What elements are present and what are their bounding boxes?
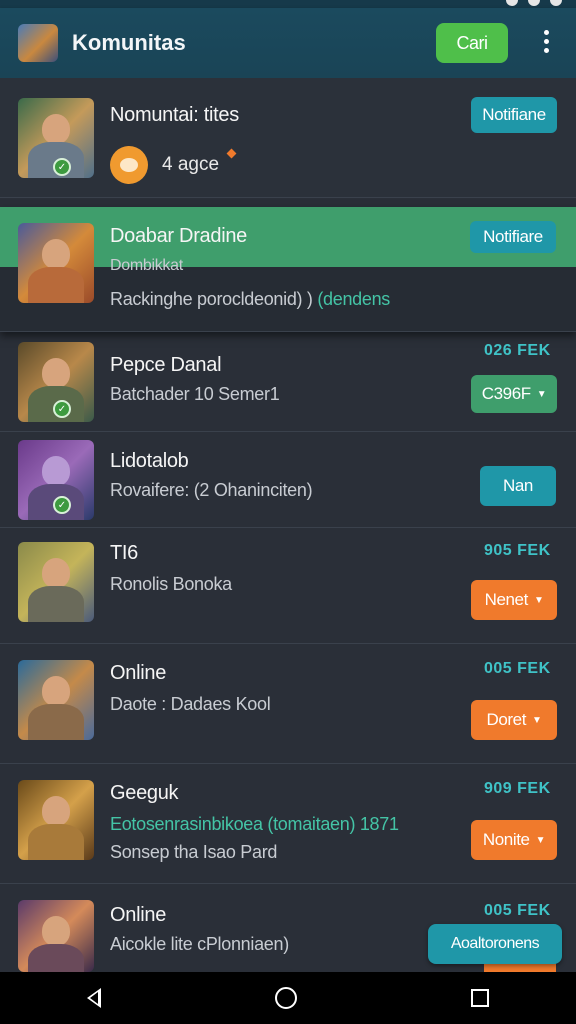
row-title: Lidotalob xyxy=(110,450,189,472)
notify-button[interactable]: Notifiare xyxy=(470,221,556,253)
chevron-down-icon: ▼ xyxy=(533,594,544,606)
row-subtitle: Aicokle lite cPlonniaen) xyxy=(110,934,289,954)
avatar xyxy=(18,900,94,972)
list-item[interactable]: TI6 Ronolis Bonoka 905 FEK Nenet ▼ xyxy=(0,528,576,644)
list-item[interactable]: Geeguk Eotosenrasinbikoea (tomaitaen) 18… xyxy=(0,764,576,884)
price-label: 026 FEK xyxy=(484,342,551,359)
avatar xyxy=(18,542,94,622)
action-button[interactable]: Nan xyxy=(480,466,556,506)
price-label: 909 FEK xyxy=(484,780,551,797)
new-indicator xyxy=(226,148,237,159)
avatar xyxy=(18,223,94,303)
row-subtitle: Rovaifere: (2 Ohaninciten) xyxy=(110,480,313,500)
back-icon[interactable] xyxy=(87,988,101,1008)
avatar xyxy=(18,660,94,740)
floating-action-button[interactable]: Aoaltoronens xyxy=(428,924,562,964)
dropdown-value: Nenet xyxy=(484,590,529,609)
signal-icon xyxy=(506,0,518,6)
price-label: 005 FEK xyxy=(484,902,551,919)
app-bar: Komunitas Cari xyxy=(0,8,576,78)
row-title: Geeguk xyxy=(110,782,179,804)
recents-icon[interactable] xyxy=(471,989,489,1007)
page-title: Komunitas xyxy=(72,30,186,55)
row-title: Online xyxy=(110,662,167,684)
more-vert-icon[interactable] xyxy=(536,30,556,56)
status-icons xyxy=(506,0,562,6)
notify-button[interactable]: Notifiane xyxy=(471,97,557,133)
verified-check-icon: ✓ xyxy=(53,496,71,514)
wifi-icon xyxy=(528,0,540,6)
home-icon[interactable] xyxy=(275,987,297,1009)
verified-check-icon: ✓ xyxy=(53,158,71,176)
dropdown-value: C396F xyxy=(481,384,531,403)
list-item[interactable]: Online Daote : Dadaes Kool 005 FEK Doret… xyxy=(0,644,576,764)
detail-highlight: (dendens xyxy=(317,289,390,309)
chat-bubble-icon xyxy=(110,146,148,184)
price-label: 905 FEK xyxy=(484,542,551,559)
detail-text: Rackinghe porocldeonid) ) xyxy=(110,289,313,309)
select-dropdown[interactable]: C396F ▼ xyxy=(471,375,557,413)
row-subtitle: Eotosenrasinbikoea (tomaitaen) 1871 xyxy=(110,814,399,834)
dropdown-value: Doret xyxy=(486,710,527,729)
row-subtitle: Dombikkat xyxy=(110,257,183,274)
search-button[interactable]: Cari xyxy=(436,23,508,63)
price-label: 005 FEK xyxy=(484,660,551,677)
verified-check-icon: ✓ xyxy=(53,400,71,418)
row-detail: Sonsep tha Isao Pard xyxy=(110,842,278,862)
app-logo-icon xyxy=(18,24,58,62)
row-title: Nomuntai: tites xyxy=(110,104,239,126)
list-item[interactable]: Doabar Dradine Notifiare Dombikkat Racki… xyxy=(0,207,576,332)
row-title: Pepce Danal xyxy=(110,354,222,376)
select-dropdown[interactable]: Nenet ▼ xyxy=(471,580,557,620)
message-count: 4 agce xyxy=(162,154,220,175)
list-item[interactable]: ✓ Pepce Danal Batchader 10 Semer1 026 FE… xyxy=(0,332,576,432)
dropdown-value: Nonite xyxy=(482,830,530,849)
row-subtitle: Batchader 10 Semer1 xyxy=(110,384,280,404)
row-subtitle: Daote : Dadaes Kool xyxy=(110,694,271,714)
select-dropdown[interactable]: Nonite ▼ xyxy=(471,820,557,860)
chevron-down-icon: ▼ xyxy=(532,714,542,726)
row-title: Online xyxy=(110,904,167,926)
navigation-bar xyxy=(0,972,576,1024)
row-title: TI6 xyxy=(110,542,138,564)
battery-icon xyxy=(550,0,562,6)
row-detail: Rackinghe porocldeonid) ) (dendens xyxy=(110,289,390,310)
list-item[interactable]: ✓ Lidotalob Rovaifere: (2 Ohaninciten) N… xyxy=(0,432,576,528)
status-bar xyxy=(0,0,576,8)
avatar xyxy=(18,780,94,860)
chevron-down-icon: ▼ xyxy=(535,834,546,846)
list-item[interactable]: ✓ Nomuntai: tites 4 agce Notifiane xyxy=(0,78,576,198)
select-dropdown[interactable]: Doret ▼ xyxy=(471,700,557,740)
row-subtitle: Ronolis Bonoka xyxy=(110,574,232,594)
chevron-down-icon: ▼ xyxy=(536,388,547,400)
row-title: Doabar Dradine xyxy=(110,225,247,247)
